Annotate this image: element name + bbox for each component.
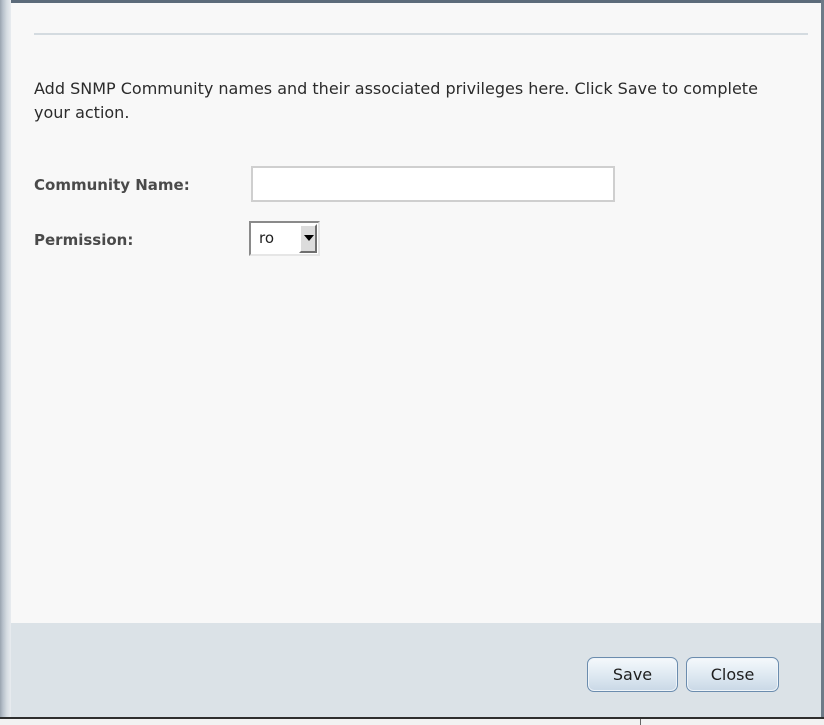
- dialog-left-border: [0, 0, 11, 725]
- header-divider: [34, 33, 808, 35]
- permission-selected-value: ro: [259, 229, 275, 247]
- status-strip: [0, 719, 824, 725]
- instructions-text: Add SNMP Community names and their assoc…: [34, 79, 758, 122]
- save-button[interactable]: Save: [587, 657, 678, 692]
- dialog-top-border: [0, 0, 824, 3]
- permission-select[interactable]: ro: [249, 221, 320, 256]
- permission-dropdown-button[interactable]: [299, 224, 317, 253]
- snmp-community-dialog: Add SNMP Community names and their assoc…: [0, 0, 824, 725]
- community-name-label: Community Name:: [34, 176, 190, 194]
- chevron-down-icon: [304, 235, 314, 241]
- permission-label: Permission:: [34, 231, 134, 249]
- community-name-input[interactable]: [251, 166, 615, 202]
- close-button[interactable]: Close: [686, 657, 779, 692]
- status-strip-separator: [640, 719, 641, 725]
